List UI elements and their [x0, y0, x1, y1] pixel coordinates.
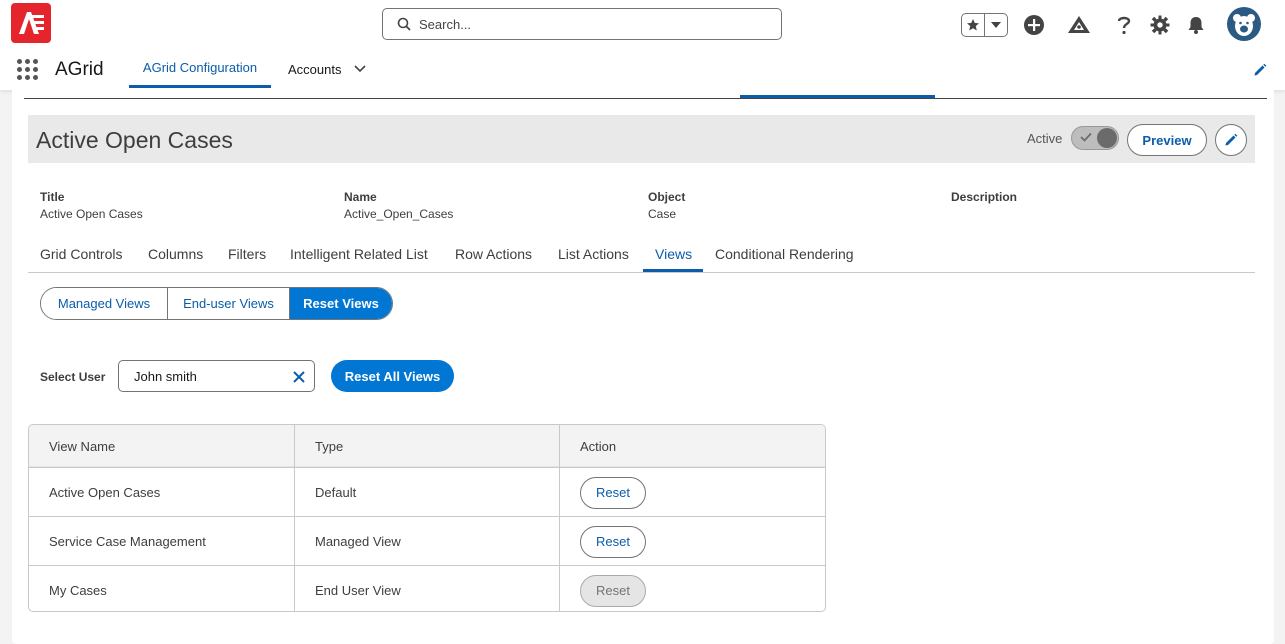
divider: [24, 98, 1267, 99]
star-icon[interactable]: [962, 14, 985, 36]
view-name-cell: My Cases: [29, 566, 295, 611]
tab-conditional-rendering[interactable]: Conditional Rendering: [715, 246, 854, 262]
table-row: Active Open Cases Default Reset: [29, 467, 825, 517]
reset-button[interactable]: Reset: [580, 476, 646, 509]
reset-views-button[interactable]: Reset Views: [290, 288, 392, 319]
add-icon[interactable]: [1022, 13, 1046, 37]
tab-list-actions[interactable]: List Actions: [558, 246, 629, 262]
active-toggle[interactable]: [1071, 126, 1119, 150]
pencil-icon: [1225, 133, 1238, 146]
type-cell: Managed View: [295, 517, 560, 566]
action-cell: Reset: [560, 468, 825, 517]
field-title: Title Active Open Cases: [40, 190, 143, 221]
global-header: Search...: [0, 0, 1285, 50]
chevron-down-icon[interactable]: [354, 65, 367, 73]
avatar[interactable]: [1227, 7, 1261, 41]
active-label: Active: [1027, 131, 1063, 146]
field-label: Description: [951, 190, 1018, 204]
page-title: Active Open Cases: [36, 127, 233, 153]
field-label: Name: [344, 190, 377, 204]
progress-indicator: [740, 95, 935, 98]
active-tab-indicator: [643, 269, 703, 272]
preview-button[interactable]: Preview: [1127, 124, 1207, 156]
help-icon[interactable]: [1112, 13, 1136, 37]
views-segmented-control: Managed Views End-user Views Reset Views: [40, 287, 393, 320]
toggle-knob: [1097, 128, 1117, 148]
main-content: Active Open Cases Active Preview Title A…: [12, 90, 1274, 644]
action-cell: Reset: [560, 566, 825, 611]
view-name-cell: Active Open Cases: [29, 468, 295, 517]
views-table: View Name Type Action Active Open Cases …: [28, 424, 826, 612]
tab-views[interactable]: Views: [655, 246, 692, 262]
app-name: AGrid: [55, 59, 104, 80]
tab-intelligent-related-list[interactable]: Intelligent Related List: [290, 246, 428, 262]
field-value: Active_Open_Cases: [344, 207, 454, 221]
end-user-views-button[interactable]: End-user Views: [168, 288, 290, 319]
column-header-view-name: View Name: [29, 425, 295, 467]
field-label: Title: [40, 190, 65, 204]
select-user-value: John smith: [134, 368, 197, 384]
tab-grid-controls[interactable]: Grid Controls: [40, 246, 122, 262]
select-user-label: Select User: [40, 370, 106, 384]
managed-views-button[interactable]: Managed Views: [41, 288, 168, 319]
nav-tab-label: AGrid Configuration: [142, 60, 258, 75]
tab-columns[interactable]: Columns: [148, 246, 203, 262]
reset-all-views-button[interactable]: Reset All Views: [331, 360, 454, 392]
clear-icon[interactable]: [292, 370, 306, 384]
nav-tab-label: Accounts: [288, 61, 342, 77]
tab-filters[interactable]: Filters: [228, 246, 266, 262]
view-name-cell: Service Case Management: [29, 517, 295, 566]
record-header: Active Open Cases Active Preview: [28, 115, 1255, 163]
global-search-input[interactable]: Search...: [382, 8, 782, 40]
table-row: Service Case Management Managed View Res…: [29, 516, 825, 566]
trailhead-icon[interactable]: [1067, 13, 1091, 37]
favorites-button[interactable]: [961, 13, 1008, 37]
field-value: Active Open Cases: [40, 207, 143, 221]
search-icon: [397, 17, 411, 31]
gear-icon[interactable]: [1148, 13, 1172, 37]
field-label: Object: [648, 190, 686, 204]
checkmark-icon: [1080, 132, 1092, 142]
column-header-type: Type: [295, 425, 560, 467]
reset-button[interactable]: Reset: [580, 525, 646, 558]
app-launcher-icon[interactable]: [17, 59, 39, 81]
tab-row-actions[interactable]: Row Actions: [455, 246, 532, 262]
app-logo-icon[interactable]: [11, 3, 51, 43]
app-navigation-bar: AGrid AGrid Configuration Accounts: [0, 50, 1285, 90]
table-header: View Name Type Action: [29, 425, 825, 467]
reset-button-disabled: Reset: [580, 574, 646, 607]
field-description: Description: [951, 190, 1017, 207]
action-cell: Reset: [560, 517, 825, 566]
edit-nav-icon[interactable]: [1253, 63, 1267, 77]
table-row: My Cases End User View Reset: [29, 565, 825, 611]
field-name: Name Active_Open_Cases: [344, 190, 453, 221]
search-placeholder: Search...: [419, 16, 472, 32]
edit-button[interactable]: [1215, 124, 1247, 156]
config-tabs: Grid Controls Columns Filters Intelligen…: [28, 236, 1255, 273]
bell-icon[interactable]: [1184, 13, 1208, 37]
select-user-input[interactable]: John smith: [118, 360, 315, 392]
nav-tab-accounts[interactable]: Accounts: [276, 50, 378, 88]
column-header-action: Action: [580, 438, 617, 454]
type-cell: End User View: [295, 566, 560, 611]
field-object: Object Case: [648, 190, 685, 221]
nav-tab-agrid-configuration[interactable]: AGrid Configuration: [129, 50, 271, 88]
type-cell: Default: [295, 468, 560, 517]
field-value: Case: [648, 207, 677, 221]
chevron-down-icon[interactable]: [985, 14, 1007, 36]
